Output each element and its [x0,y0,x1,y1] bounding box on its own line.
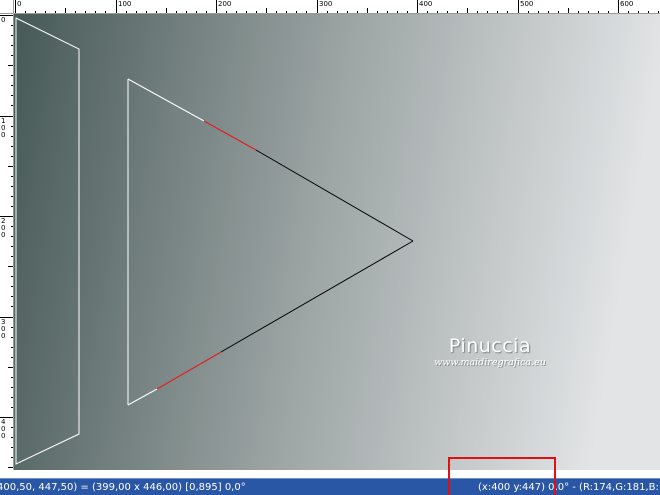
top-ruler-label: 300 [319,0,333,8]
top-ruler-label: 200 [218,0,232,8]
left-ruler-label: 0 [1,16,6,24]
left-ruler[interactable]: 0 100 200 300 400 [0,14,14,470]
cursor-info: (x:400 y:447) 0,0° - (R:174,G:181,B: [478,482,659,493]
top-ruler-tick [216,0,217,13]
top-ruler-label: 400 [419,0,433,8]
top-ruler-label: 100 [118,0,132,8]
top-ruler-tick [417,0,418,13]
top-ruler-tick [618,0,619,13]
top-ruler-label: 600 [620,0,634,8]
top-ruler-label: 500 [520,0,534,8]
ruler-corner [0,0,14,14]
image-canvas[interactable] [14,14,660,470]
left-ruler-label: 400 [1,418,6,440]
selection-info: 400,50, 447,50) = (399,00 x 446,00) [0,8… [0,482,246,493]
top-ruler-tick [116,0,117,13]
left-ruler-label: 200 [1,217,6,239]
canvas-drawing [14,14,660,470]
top-ruler[interactable]: 0 100 200 300 400 500 600 [14,0,660,14]
status-gap [0,470,660,478]
left-ruler-label: 300 [1,318,6,340]
top-ruler-tick [15,0,16,13]
top-ruler-label: 0 [17,0,22,8]
top-ruler-tick [317,0,318,13]
top-ruler-tick [518,0,519,13]
left-ruler-label: 100 [1,117,6,139]
status-bar: 400,50, 447,50) = (399,00 x 446,00) [0,8… [0,478,660,495]
gradient-background [14,14,660,470]
